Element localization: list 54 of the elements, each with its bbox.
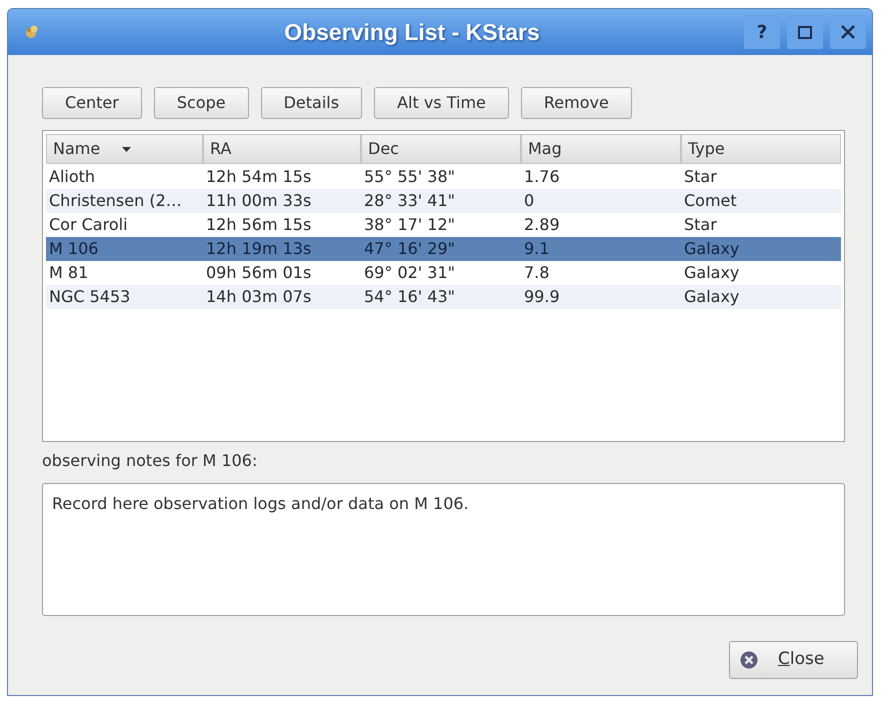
table-cell: 12h 54m 15s [206,167,312,186]
table-cell: Galaxy [684,263,740,282]
column-header[interactable]: Dec [361,134,521,164]
notes-field[interactable]: Record here observation logs and/or data on M 106. [42,483,845,616]
maximize-icon [798,26,812,38]
table-row[interactable]: M 106 12h 19m 13s 47° 16' 29" 9.1 Galaxy [46,237,841,261]
table-cell: 09h 56m 01s [206,263,312,282]
table-cell: 38° 17' 12" [364,215,456,234]
close-icon [841,25,855,39]
column-header[interactable]: Name [46,134,203,164]
cancel-icon [740,651,758,669]
table-cell: M 81 [49,263,88,282]
table-cell: 11h 00m 33s [206,191,312,210]
table-cell: 2.89 [524,215,560,234]
table-cell: 54° 16' 43" [364,287,456,306]
toolbar-button[interactable]: Center [42,87,142,119]
app-icon [24,24,40,40]
close-window-button[interactable] [830,15,866,49]
table-cell: Cor Caroli [49,215,128,234]
table-cell: M 106 [49,239,98,258]
table-cell: Christensen (2… [49,191,182,210]
toolbar-button[interactable]: Remove [520,87,632,119]
table-row[interactable]: Christensen (2… 11h 00m 33s 28° 33' 41" 0 Comet [46,189,841,213]
table-cell: Star [684,215,717,234]
window-title: Observing List - KStars [284,18,540,47]
table-cell: 12h 19m 13s [206,239,312,258]
toolbar-button[interactable]: Alt vs Time [374,87,509,119]
table-cell: 14h 03m 07s [206,287,312,306]
table-cell: Galaxy [684,239,740,258]
column-header[interactable]: Type [681,134,841,164]
table-cell: Galaxy [684,287,740,306]
table-cell: 9.1 [524,239,550,258]
table-cell: 7.8 [524,263,550,282]
maximize-button[interactable] [787,15,823,49]
table-cell: 28° 33' 41" [364,191,456,210]
table-cell: Star [684,167,717,186]
toolbar-button[interactable]: Details [260,87,362,119]
table-cell: 69° 02' 31" [364,263,456,282]
toolbar-button[interactable]: Scope [154,87,249,119]
table-cell: 1.76 [524,167,560,186]
table-row[interactable]: NGC 5453 14h 03m 07s 54° 16' 43" 99.9 Galaxy [46,285,841,309]
table-cell: 55° 55' 38" [364,167,456,186]
table-cell: 47° 16' 29" [364,239,456,258]
table-cell: 99.9 [524,287,560,306]
notes-label: observing notes for M 106: [42,451,258,471]
column-header[interactable]: RA [203,134,361,164]
table-cell: Alioth [49,167,96,186]
table-cell: 0 [524,191,534,210]
table-cell: Comet [684,191,737,210]
table-cell: NGC 5453 [49,287,130,306]
table-cell: 12h 56m 15s [206,215,312,234]
column-header[interactable]: Mag [521,134,681,164]
close-button[interactable]: Close [729,641,858,679]
help-button[interactable]: ? [744,15,780,49]
